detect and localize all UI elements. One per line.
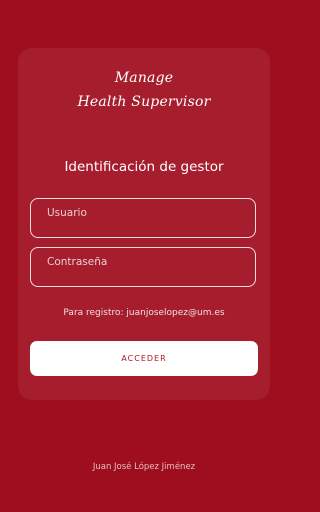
login-title: Identificación de gestor — [64, 159, 224, 175]
password-field[interactable]: Contraseña — [30, 247, 256, 287]
username-field[interactable]: Usuario — [30, 198, 256, 238]
author-credit: Juan José López Jiménez — [92, 462, 196, 472]
logo-line-1: Manage — [114, 70, 174, 86]
username-placeholder: Usuario — [47, 207, 87, 219]
submit-button[interactable]: ACCEDER — [30, 341, 258, 376]
password-placeholder: Contraseña — [47, 256, 108, 268]
app-logo: Manage Health Supervisor — [18, 66, 270, 114]
logo-line-2: Health Supervisor — [77, 94, 211, 110]
login-card: Manage Health Supervisor Identificación … — [18, 48, 270, 400]
register-hint: Para registro: juanjoselopez@um.es — [63, 308, 225, 318]
